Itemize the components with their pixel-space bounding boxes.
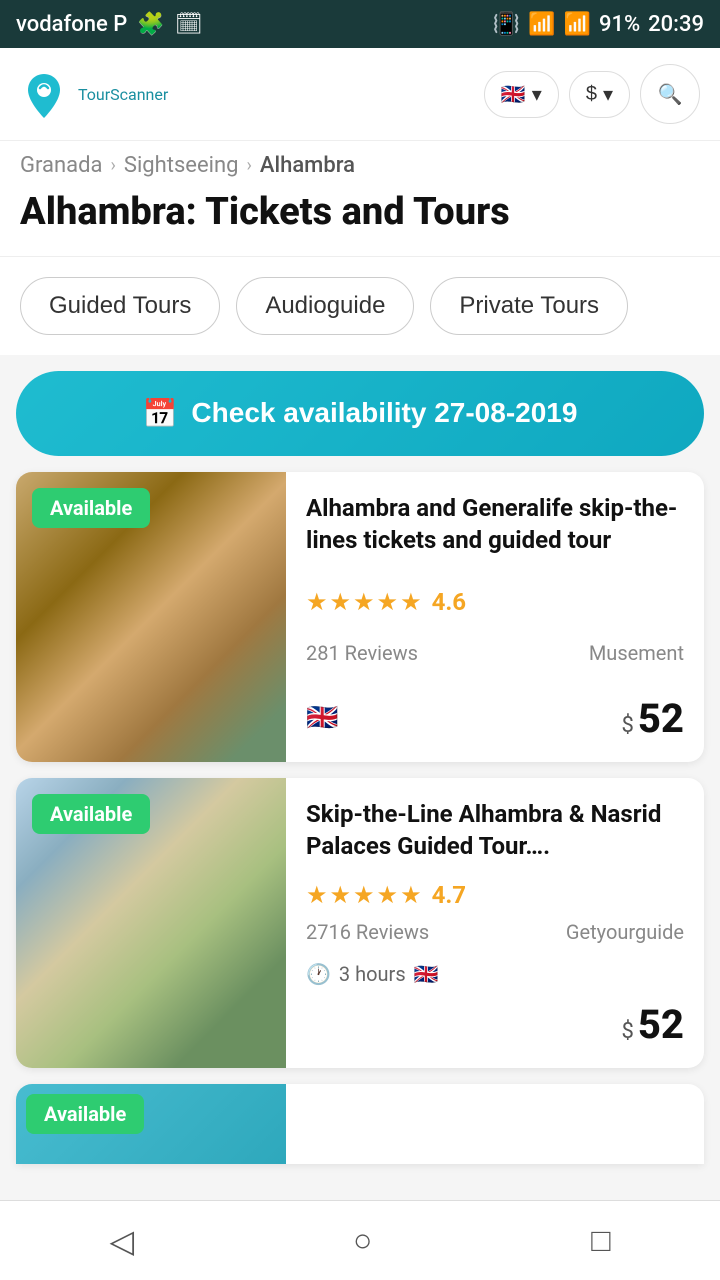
recents-button[interactable]: □ bbox=[561, 1212, 640, 1269]
check-availability-button[interactable]: 📅 Check availability 27-08-2019 bbox=[16, 371, 704, 456]
provider-2: Getyourguide bbox=[566, 920, 684, 944]
filter-guided-tours[interactable]: Guided Tours bbox=[20, 277, 220, 335]
price-currency-2: $ bbox=[621, 1019, 633, 1044]
stars-row-2: ★★★★★ 4.7 bbox=[306, 881, 684, 909]
available-badge-2: Available bbox=[32, 794, 150, 834]
reviews-provider-2: 2716 Reviews Getyourguide bbox=[306, 920, 684, 944]
duration-row-2: 🕐 3 hours 🇬🇧 bbox=[306, 962, 684, 986]
logo-area: TourScanner bbox=[20, 70, 168, 118]
back-button[interactable]: ◁ bbox=[79, 1212, 164, 1270]
logo-scanner: Scanner bbox=[110, 85, 168, 104]
page-title-area: Alhambra: Tickets and Tours bbox=[0, 178, 720, 257]
wifi-icon: 📶 bbox=[528, 12, 555, 37]
tour-card-partial[interactable]: Available bbox=[16, 1084, 704, 1164]
tour-image-1: Available bbox=[16, 472, 286, 762]
reviews-provider-1: 281 Reviews Musement bbox=[306, 641, 684, 665]
price-value-2: 52 bbox=[638, 1001, 684, 1048]
tour-card-2[interactable]: Available Skip-the-Line Alhambra & Nasri… bbox=[16, 778, 704, 1068]
vibrate-icon: 📳 bbox=[493, 12, 520, 37]
header-controls: 🇬🇧 ▾ $ ▾ 🔍 bbox=[484, 64, 700, 124]
app-icon: 🗓 bbox=[175, 12, 203, 37]
status-right: 📳 📶 📶 91% 20:39 bbox=[493, 12, 704, 37]
breadcrumb-chevron-1: › bbox=[110, 155, 115, 176]
filter-chips-area: Guided Tours Audioguide Private Tours bbox=[0, 257, 720, 355]
language-button[interactable]: 🇬🇧 ▾ bbox=[484, 71, 559, 118]
card-bottom-2: $ 52 bbox=[306, 1001, 684, 1048]
status-left: vodafone P 🧩 🗓 bbox=[16, 12, 203, 37]
reviews-count-2: 2716 Reviews bbox=[306, 920, 429, 944]
rating-1: 4.6 bbox=[432, 588, 467, 616]
logo-text: TourScanner bbox=[78, 85, 168, 104]
breadcrumb-chevron-2: › bbox=[247, 155, 252, 176]
lang-flag-2: 🇬🇧 bbox=[414, 962, 439, 986]
available-badge-partial: Available bbox=[26, 1094, 144, 1134]
puzzle-icon: 🧩 bbox=[137, 12, 164, 37]
tours-list: Available Alhambra and Generalife skip-t… bbox=[0, 472, 720, 1164]
page-title: Alhambra: Tickets and Tours bbox=[20, 190, 700, 236]
tour-info-2: Skip-the-Line Alhambra & Nasrid Palaces … bbox=[286, 778, 704, 1068]
filter-private-tours[interactable]: Private Tours bbox=[430, 277, 628, 335]
provider-1: Musement bbox=[589, 641, 684, 665]
price-value-1: 52 bbox=[638, 695, 684, 742]
breadcrumb-sightseeing[interactable]: Sightseeing bbox=[124, 153, 239, 178]
rating-2: 4.7 bbox=[432, 881, 467, 909]
clock-icon: 🕐 bbox=[306, 962, 331, 986]
search-button[interactable]: 🔍 bbox=[640, 64, 700, 124]
breadcrumb-alhambra: Alhambra bbox=[260, 153, 355, 178]
chevron-down-icon: ▾ bbox=[603, 82, 613, 107]
calendar-icon: 📅 bbox=[143, 397, 178, 430]
reviews-count-1: 281 Reviews bbox=[306, 641, 418, 665]
logo-tour: Tour bbox=[78, 85, 110, 104]
carrier-text: vodafone P bbox=[16, 12, 127, 37]
status-bar: vodafone P 🧩 🗓 📳 📶 📶 91% 20:39 bbox=[0, 0, 720, 48]
breadcrumb-granada[interactable]: Granada bbox=[20, 153, 102, 178]
stars-icon-2: ★★★★★ bbox=[306, 881, 424, 909]
chevron-down-icon: ▾ bbox=[532, 82, 542, 107]
price-area-1: $ 52 bbox=[621, 695, 684, 742]
breadcrumb: Granada › Sightseeing › Alhambra bbox=[0, 141, 720, 178]
stars-row-1: ★★★★★ 4.6 bbox=[306, 588, 684, 616]
card-bottom-1: 🇬🇧 $ 52 bbox=[306, 695, 684, 742]
currency-symbol: $ bbox=[586, 83, 597, 106]
currency-button[interactable]: $ ▾ bbox=[569, 71, 630, 118]
tour-card-1[interactable]: Available Alhambra and Generalife skip-t… bbox=[16, 472, 704, 762]
lang-flag-1: 🇬🇧 bbox=[306, 703, 338, 733]
search-icon: 🔍 bbox=[658, 82, 683, 107]
price-currency-1: $ bbox=[621, 713, 633, 738]
available-badge-1: Available bbox=[32, 488, 150, 528]
flag-icon: 🇬🇧 bbox=[501, 82, 526, 107]
header: TourScanner 🇬🇧 ▾ $ ▾ 🔍 bbox=[0, 48, 720, 141]
stars-icon-1: ★★★★★ bbox=[306, 588, 424, 616]
signal-icon: 📶 bbox=[564, 12, 591, 37]
tour-title-2: Skip-the-Line Alhambra & Nasrid Palaces … bbox=[306, 798, 684, 863]
battery-text: 91% bbox=[599, 12, 640, 37]
time-text: 20:39 bbox=[648, 12, 704, 37]
logo-icon bbox=[20, 70, 68, 118]
bottom-nav: ◁ ○ □ bbox=[0, 1200, 720, 1280]
tour-title-1: Alhambra and Generalife skip-the-lines t… bbox=[306, 492, 684, 557]
tour-image-2: Available bbox=[16, 778, 286, 1068]
filter-audioguide[interactable]: Audioguide bbox=[236, 277, 414, 335]
tour-info-1: Alhambra and Generalife skip-the-lines t… bbox=[286, 472, 704, 762]
price-area-2: $ 52 bbox=[621, 1001, 684, 1048]
availability-label: Check availability 27-08-2019 bbox=[191, 397, 577, 429]
home-button[interactable]: ○ bbox=[323, 1212, 402, 1269]
duration-text: 3 hours bbox=[339, 962, 406, 986]
